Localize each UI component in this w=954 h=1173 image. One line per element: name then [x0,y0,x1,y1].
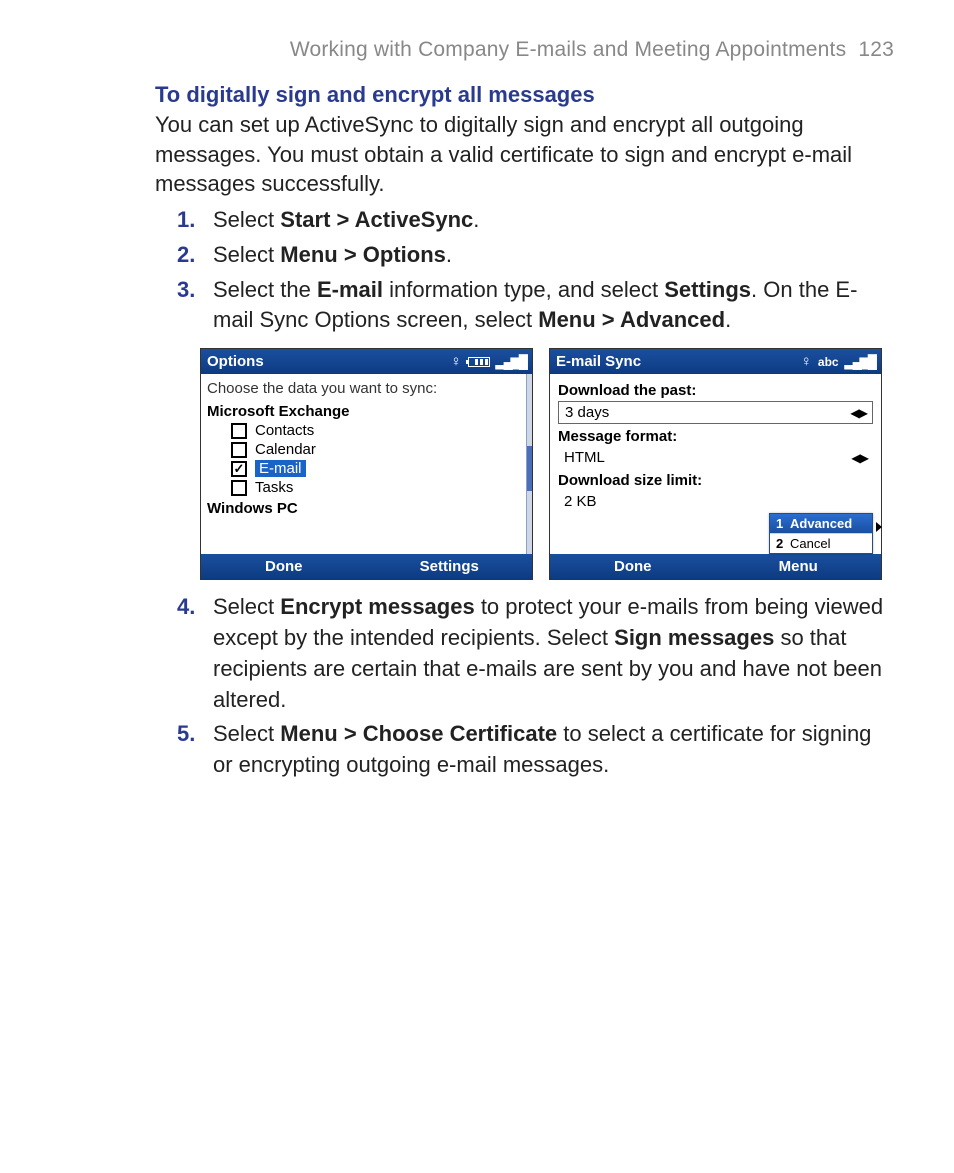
options-screen: Options ♀ ▂▄▆█ Choose the data you want … [200,348,533,580]
field-download-past[interactable]: 3 days ◀ ▶ [558,401,873,424]
label-download-size-limit: Download size limit: [558,472,873,489]
field-value: 2 KB [564,493,597,510]
step-list: 1. Select Start > ActiveSync. 2. Select … [155,205,894,336]
step-number: 3. [177,275,195,306]
step-bold: Sign messages [614,625,774,650]
checkbox-icon[interactable] [231,461,247,477]
field-download-size-limit[interactable]: 2 KB [558,491,873,512]
step-text: Select [213,242,280,267]
screenshots-row: Options ♀ ▂▄▆█ Choose the data you want … [200,348,894,580]
step-bold: Start > ActiveSync [280,207,473,232]
softkey-settings[interactable]: Settings [367,554,533,579]
status-icons: ♀ abc ▂▄▆█ [801,353,875,370]
titlebar: Options ♀ ▂▄▆█ [201,349,532,374]
spinner-icon[interactable]: ◀ ▶ [850,406,866,420]
signal-icon: ▂▄▆█ [496,354,526,370]
menu-key: 2 [776,536,786,551]
page-number: 123 [858,38,894,61]
page-header: Working with Company E-mails and Meeting… [60,38,894,62]
titlebar: E-mail Sync ♀ abc ▂▄▆█ [550,349,881,374]
step-number: 1. [177,205,195,236]
step-bold: Settings [664,277,751,302]
menu-label: Cancel [790,536,830,551]
checkbox-icon[interactable] [231,442,247,458]
step-5: 5. Select Menu > Choose Certificate to s… [155,719,894,781]
step-bold: Menu > Options [280,242,446,267]
checkbox-contacts[interactable]: Contacts [231,422,526,439]
header-text: Working with Company E-mails and Meeting… [290,38,846,61]
menu-key: 1 [776,516,786,531]
step-text: Select [213,721,280,746]
checkbox-icon[interactable] [231,423,247,439]
screen-body: Download the past: 3 days ◀ ▶ Message fo… [550,374,881,554]
spinner-icon[interactable]: ◀ ▶ [851,451,867,465]
status-icons: ♀ ▂▄▆█ [450,353,526,370]
menu-label: Advanced [790,516,852,531]
instruction-text: Choose the data you want to sync: [207,380,526,397]
screen-body: Choose the data you want to sync: Micros… [201,374,532,554]
step-3: 3. Select the E-mail information type, a… [155,275,894,337]
checkbox-calendar[interactable]: Calendar [231,441,526,458]
step-text: Select the [213,277,317,302]
checkbox-icon[interactable] [231,480,247,496]
checkbox-email[interactable]: E-mail [231,460,526,477]
step-4: 4. Select Encrypt messages to protect yo… [155,592,894,715]
step-text: Select [213,207,280,232]
step-2: 2. Select Menu > Options. [155,240,894,271]
screen-title: E-mail Sync [556,353,641,370]
step-number: 2. [177,240,195,271]
step-number: 5. [177,719,195,750]
step-bold: Menu > Advanced [538,307,725,332]
submenu-arrow-icon [876,522,882,532]
label-download-past: Download the past: [558,382,873,399]
softkey-bar: Done Settings [201,554,532,579]
field-value: 3 days [565,404,609,421]
label-message-format: Message format: [558,428,873,445]
section-heading: To digitally sign and encrypt all messag… [155,82,894,108]
group-exchange: Microsoft Exchange [207,403,526,420]
field-value: HTML [564,449,605,466]
step-text: Select [213,594,280,619]
step-bold: Encrypt messages [280,594,474,619]
scrollbar[interactable] [526,374,532,554]
softkey-done[interactable]: Done [550,554,716,579]
softkey-bar: Done Menu [550,554,881,579]
checkbox-label: Tasks [255,479,293,496]
signal-icon: ▂▄▆█ [845,354,875,370]
step-text: . [725,307,731,332]
field-message-format[interactable]: HTML ◀ ▶ [558,447,873,468]
step-1: 1. Select Start > ActiveSync. [155,205,894,236]
group-windows-pc: Windows PC [207,500,526,517]
step-text: . [473,207,479,232]
checkbox-label: Contacts [255,422,314,439]
checkbox-label: Calendar [255,441,316,458]
step-bold: E-mail [317,277,383,302]
voice-icon: ♀ [801,353,812,370]
checkbox-tasks[interactable]: Tasks [231,479,526,496]
step-text: . [446,242,452,267]
screen-title: Options [207,353,264,370]
menu-popup: 1 Advanced 2 Cancel [769,513,873,554]
scrollbar-thumb[interactable] [527,446,532,491]
menu-item-advanced[interactable]: 1 Advanced [770,514,872,534]
checkbox-label: E-mail [255,460,306,477]
email-sync-screen: E-mail Sync ♀ abc ▂▄▆█ Download the past… [549,348,882,580]
battery-icon [468,357,490,367]
input-mode-abc: abc [818,355,839,369]
step-text: information type, and select [383,277,664,302]
softkey-menu[interactable]: Menu [716,554,882,579]
menu-item-cancel[interactable]: 2 Cancel [770,534,872,553]
softkey-done[interactable]: Done [201,554,367,579]
step-list-continued: 4. Select Encrypt messages to protect yo… [155,592,894,781]
step-bold: Menu > Choose Certificate [280,721,557,746]
step-number: 4. [177,592,195,623]
voice-icon: ♀ [450,353,461,370]
intro-paragraph: You can set up ActiveSync to digitally s… [155,110,894,199]
